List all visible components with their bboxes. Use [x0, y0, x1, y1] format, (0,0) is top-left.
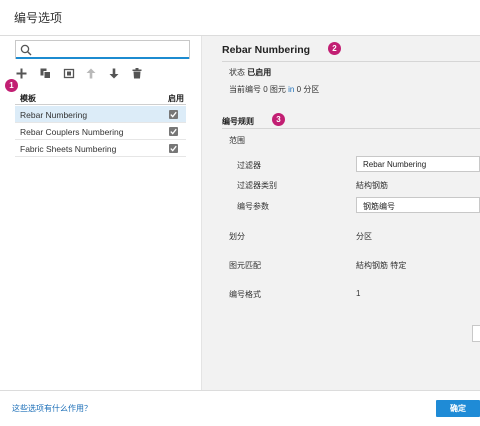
template-details-panel: Rebar Numbering 2 状态 已启用 当前编号 0 图元 in 0 …: [202, 36, 480, 390]
search-focus-line: [16, 57, 189, 59]
filter-category-value: 結构钢筋: [356, 181, 388, 190]
current-numbering-label: 当前编号: [229, 85, 261, 94]
partial-button[interactable]: [472, 325, 480, 342]
enabled-checkbox[interactable]: [169, 127, 178, 136]
numbering-format-label: 编号格式: [229, 290, 261, 299]
numbering-parameter-select[interactable]: 钢筋编号: [356, 197, 480, 213]
dialog-footer: 这些选项有什么作用？ 确定: [0, 390, 480, 426]
enabled-checkbox[interactable]: [169, 110, 178, 119]
rename-icon[interactable]: [63, 67, 75, 79]
search-input[interactable]: [15, 40, 190, 59]
delete-icon[interactable]: [131, 67, 143, 79]
move-down-icon[interactable]: [108, 67, 120, 79]
element-count: 0: [263, 85, 268, 94]
add-icon[interactable]: [15, 67, 27, 79]
filter-select[interactable]: Rebar Numbering: [356, 156, 480, 172]
table-row[interactable]: Rebar Numbering: [15, 106, 186, 123]
template-title: Rebar Numbering: [222, 44, 311, 56]
filter-label: 过滤器: [237, 161, 261, 170]
help-link[interactable]: 这些选项有什么作用？: [12, 403, 92, 414]
template-name: Fabric Sheets Numbering: [20, 144, 117, 154]
numbering-parameter-label: 编号参数: [237, 202, 269, 211]
enabled-checkbox[interactable]: [169, 144, 178, 153]
rules-divider: [222, 128, 480, 129]
partition-label: 划分: [229, 232, 245, 241]
copy-icon[interactable]: [39, 67, 51, 79]
partition-unit: 分区: [303, 85, 320, 94]
in-word: in: [288, 85, 295, 94]
ok-button[interactable]: 确定: [436, 400, 480, 417]
status-line: 状态 已启用: [229, 67, 271, 78]
numbering-format-value: 1: [356, 289, 361, 298]
dialog-titlebar: 编号选项: [0, 0, 480, 36]
template-name: Rebar Couplers Numbering: [20, 127, 124, 137]
partition-value: 分区: [356, 232, 372, 241]
template-column-header: 模板: [20, 94, 36, 103]
template-name: Rebar Numbering: [20, 110, 88, 120]
element-match-value: 結构钢筋 特定: [356, 261, 407, 270]
templates-table-header: 模板 启用: [15, 91, 186, 105]
move-up-icon[interactable]: [85, 67, 97, 79]
numbering-rules-heading: 编号规则: [222, 117, 254, 126]
element-unit: 图元: [269, 85, 286, 94]
search-icon: [20, 44, 32, 56]
dialog-title: 编号选项: [14, 11, 63, 25]
filter-category-label: 过滤器类别: [237, 181, 277, 190]
callout-3: 3: [272, 113, 285, 126]
table-row[interactable]: Fabric Sheets Numbering: [15, 140, 186, 157]
status-value: 已启用: [247, 68, 272, 77]
status-label: 状态: [229, 68, 245, 77]
templates-panel: 1 模板 启用 Rebar Numbering Rebar Couplers N…: [0, 36, 202, 390]
callout-2: 2: [328, 42, 341, 55]
current-numbering-line: 当前编号 0 图元 in 0 分区: [229, 84, 319, 95]
partition-count: 0: [296, 85, 302, 94]
title-divider: [222, 61, 480, 62]
element-match-label: 图元匹配: [229, 261, 261, 270]
table-row[interactable]: Rebar Couplers Numbering: [15, 123, 186, 140]
scope-label: 范围: [229, 136, 245, 145]
enabled-column-header: 启用: [168, 94, 184, 103]
